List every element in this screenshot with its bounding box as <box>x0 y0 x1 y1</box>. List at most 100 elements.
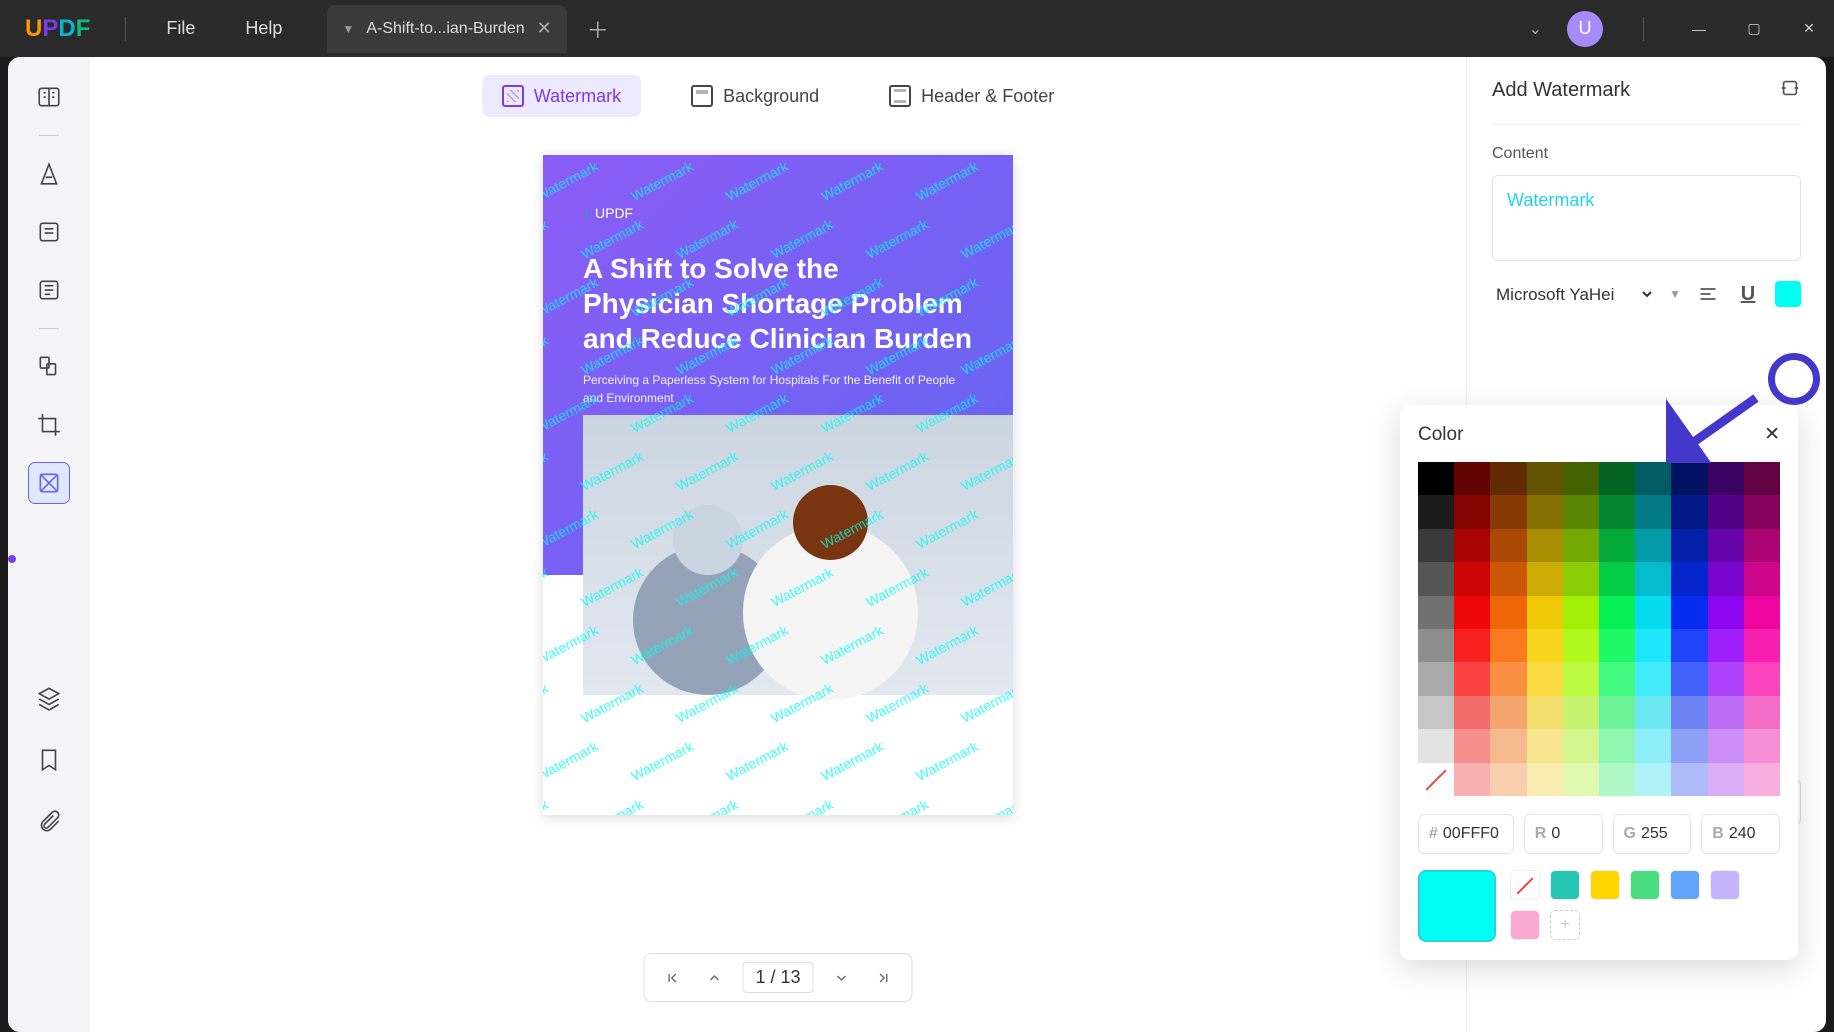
palette-cell[interactable] <box>1454 662 1490 695</box>
palette-cell[interactable] <box>1744 529 1780 562</box>
palette-cell[interactable] <box>1599 596 1635 629</box>
palette-cell[interactable] <box>1563 562 1599 595</box>
b-input[interactable]: B240 <box>1701 814 1780 854</box>
palette-cell[interactable] <box>1527 729 1563 762</box>
palette-cell[interactable] <box>1635 495 1671 528</box>
watermark-text-input[interactable]: Watermark <box>1492 175 1801 261</box>
crop-tool-icon[interactable] <box>29 405 69 445</box>
last-page-button[interactable] <box>870 964 898 992</box>
background-tab[interactable]: Background <box>671 75 839 117</box>
palette-cell[interactable] <box>1527 763 1563 796</box>
text-color-button[interactable] <box>1775 281 1801 307</box>
page-tools-icon[interactable] <box>29 463 69 503</box>
palette-cell[interactable] <box>1418 629 1454 662</box>
palette-cell[interactable] <box>1671 596 1707 629</box>
palette-cell[interactable] <box>1563 629 1599 662</box>
header-footer-tab[interactable]: Header & Footer <box>869 75 1074 117</box>
palette-cell[interactable] <box>1599 462 1635 495</box>
palette-cell[interactable] <box>1527 629 1563 662</box>
palette-cell[interactable] <box>1490 495 1526 528</box>
tab-close-icon[interactable]: ✕ <box>537 18 552 39</box>
chevron-down-icon[interactable]: ⌄ <box>1529 19 1542 39</box>
palette-cell[interactable] <box>1708 562 1744 595</box>
palette-cell[interactable] <box>1599 729 1635 762</box>
font-select[interactable]: Microsoft YaHei <box>1492 284 1655 305</box>
r-input[interactable]: R0 <box>1524 814 1603 854</box>
underline-button[interactable]: U <box>1735 281 1761 307</box>
palette-cell[interactable] <box>1635 662 1671 695</box>
palette-cell[interactable] <box>1454 562 1490 595</box>
watermark-tab[interactable]: Watermark <box>482 75 641 117</box>
palette-cell[interactable] <box>1744 495 1780 528</box>
palette-cell[interactable] <box>1563 729 1599 762</box>
annotate-tool-icon[interactable] <box>29 154 69 194</box>
palette-cell[interactable] <box>1708 696 1744 729</box>
palette-cell[interactable] <box>1635 629 1671 662</box>
layers-icon[interactable] <box>29 678 69 718</box>
palette-cell[interactable] <box>1671 462 1707 495</box>
palette-cell[interactable] <box>1527 596 1563 629</box>
bookmark-icon[interactable] <box>29 740 69 780</box>
palette-cell[interactable] <box>1599 662 1635 695</box>
palette-cell[interactable] <box>1563 596 1599 629</box>
tab-dropdown-icon[interactable]: ▼ <box>342 22 354 36</box>
organize-tool-icon[interactable] <box>29 347 69 387</box>
palette-cell[interactable] <box>1599 562 1635 595</box>
palette-cell[interactable] <box>1418 562 1454 595</box>
palette-cell[interactable] <box>1490 562 1526 595</box>
close-button[interactable]: ✕ <box>1794 20 1824 37</box>
palette-cell[interactable] <box>1599 495 1635 528</box>
palette-cell[interactable] <box>1418 495 1454 528</box>
palette-cell[interactable] <box>1563 662 1599 695</box>
palette-cell[interactable] <box>1744 596 1780 629</box>
palette-cell[interactable] <box>1635 462 1671 495</box>
palette-cell[interactable] <box>1671 763 1707 796</box>
attachment-icon[interactable] <box>29 802 69 842</box>
palette-cell[interactable] <box>1599 629 1635 662</box>
palette-cell[interactable] <box>1671 562 1707 595</box>
reader-tool-icon[interactable] <box>29 77 69 117</box>
maximize-button[interactable]: ▢ <box>1739 20 1769 37</box>
palette-cell[interactable] <box>1454 696 1490 729</box>
palette-cell[interactable] <box>1671 729 1707 762</box>
palette-cell[interactable] <box>1744 662 1780 695</box>
menu-help[interactable]: Help <box>220 18 307 39</box>
palette-cell[interactable] <box>1454 763 1490 796</box>
palette-cell[interactable] <box>1418 696 1454 729</box>
palette-cell[interactable] <box>1671 529 1707 562</box>
palette-cell[interactable] <box>1635 763 1671 796</box>
palette-cell[interactable] <box>1599 763 1635 796</box>
swatch[interactable] <box>1670 870 1700 900</box>
palette-cell[interactable] <box>1744 629 1780 662</box>
palette-cell[interactable] <box>1744 729 1780 762</box>
first-page-button[interactable] <box>658 964 686 992</box>
palette-cell[interactable] <box>1708 729 1744 762</box>
palette-cell[interactable] <box>1490 696 1526 729</box>
swatch-none[interactable] <box>1510 870 1540 900</box>
palette-cell[interactable] <box>1671 662 1707 695</box>
palette-cell[interactable] <box>1563 462 1599 495</box>
palette-cell[interactable] <box>1454 462 1490 495</box>
palette-cell[interactable] <box>1527 696 1563 729</box>
palette-cell[interactable] <box>1527 662 1563 695</box>
palette-cell[interactable] <box>1418 596 1454 629</box>
palette-cell[interactable] <box>1490 529 1526 562</box>
palette-cell[interactable] <box>1454 495 1490 528</box>
palette-cell[interactable] <box>1563 529 1599 562</box>
palette-cell[interactable] <box>1418 662 1454 695</box>
menu-file[interactable]: File <box>141 18 220 39</box>
palette-cell[interactable] <box>1418 529 1454 562</box>
palette-cell[interactable] <box>1454 729 1490 762</box>
color-palette[interactable] <box>1418 462 1780 796</box>
minimize-button[interactable]: — <box>1684 21 1714 37</box>
hex-input[interactable]: #00FFF0 <box>1418 814 1514 854</box>
palette-cell[interactable] <box>1490 729 1526 762</box>
palette-cell[interactable] <box>1708 662 1744 695</box>
palette-cell[interactable] <box>1671 629 1707 662</box>
swatch[interactable] <box>1590 870 1620 900</box>
palette-cell[interactable] <box>1490 763 1526 796</box>
close-color-picker-icon[interactable]: ✕ <box>1764 423 1780 446</box>
palette-cell[interactable] <box>1671 495 1707 528</box>
palette-cell[interactable] <box>1744 696 1780 729</box>
palette-cell[interactable] <box>1454 629 1490 662</box>
